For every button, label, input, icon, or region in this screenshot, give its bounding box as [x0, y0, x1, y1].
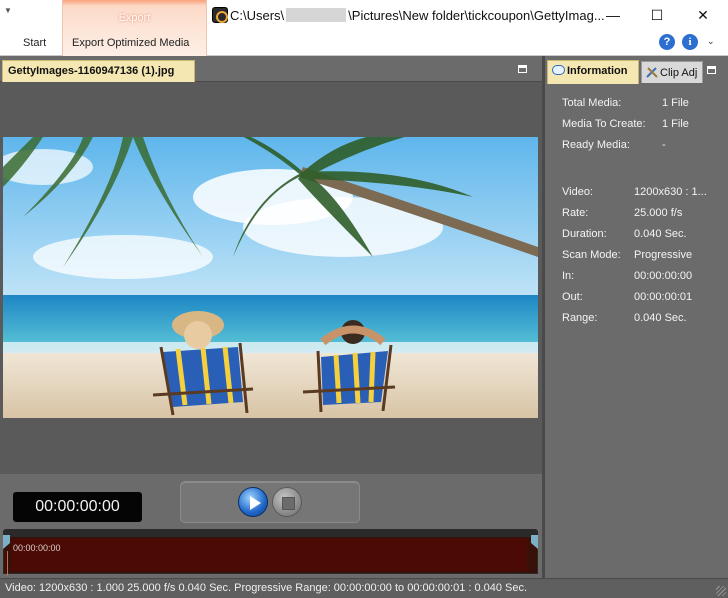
info-label: Out:	[562, 291, 583, 303]
information-panel: Total Media: 1 File Media To Create: 1 F…	[545, 84, 728, 578]
info-value: 1200x630 : 1...	[634, 186, 707, 198]
document-tab-strip: GettyImages-1160947136 (1).jpg	[0, 56, 542, 82]
playback-controls	[180, 481, 360, 523]
info-icon[interactable]: i	[682, 34, 698, 50]
maximize-panel-icon[interactable]	[707, 66, 716, 74]
info-label: Duration:	[562, 228, 607, 240]
window-title: C:\Users\ \Pictures\New folder\tickcoupon…	[230, 8, 605, 23]
info-value: 1 File	[662, 97, 689, 109]
maximize-pane-icon[interactable]	[518, 65, 527, 73]
info-value: 25.000 f/s	[634, 207, 683, 219]
info-label: Ready Media:	[562, 139, 630, 151]
tab-clip-adj-label: Clip Adj	[660, 67, 698, 79]
info-label: Range:	[562, 312, 598, 324]
tab-information[interactable]: Information	[547, 60, 639, 84]
info-label: Media To Create:	[562, 118, 646, 130]
info-value: 00:00:00:00	[634, 270, 693, 282]
timeline-clip	[12, 539, 527, 571]
resize-grip-icon[interactable]	[716, 586, 726, 596]
info-value: Progressive	[634, 249, 693, 261]
play-button[interactable]	[238, 487, 268, 517]
transport-area: 00:00:00:00 00:00:00:00	[0, 474, 542, 578]
info-value: 1 File	[662, 118, 689, 130]
tab-start[interactable]: Start	[23, 37, 46, 49]
maximize-button[interactable]: ☐	[637, 2, 677, 28]
quick-access-dropdown-icon[interactable]: ▼	[4, 6, 12, 15]
playhead[interactable]	[7, 551, 8, 576]
timeline[interactable]: 00:00:00:00	[3, 529, 538, 576]
tab-export-optimized-media[interactable]: Export Optimized Media	[72, 37, 189, 49]
status-text: Video: 1200x630 : 1.000 25.000 f/s 0.040…	[5, 582, 528, 594]
timeline-out-handle[interactable]	[531, 535, 538, 549]
speech-bubble-icon	[552, 65, 565, 75]
info-label: Total Media:	[562, 97, 622, 109]
info-label: Video:	[562, 186, 593, 198]
info-value: 0.040 Sec.	[634, 312, 687, 324]
info-label: In:	[562, 270, 575, 282]
ribbon-bar: ▼ Export Start Export Optimized Media C:…	[0, 0, 728, 56]
timecode-display: 00:00:00:00	[13, 492, 142, 522]
contextual-tab-title: Export	[118, 12, 151, 24]
title-path-suffix: \Pictures\New folder\tickcoupon\GettyIma…	[348, 8, 605, 23]
title-path-prefix: C:\Users\	[230, 8, 285, 23]
collapse-ribbon-icon[interactable]: ⌄	[707, 36, 715, 47]
stop-button[interactable]	[272, 487, 302, 517]
tools-icon	[646, 67, 658, 78]
media-viewer	[0, 82, 542, 474]
app-icon	[212, 7, 228, 23]
info-value: 00:00:00:01	[634, 291, 693, 303]
beach-photo	[3, 137, 538, 418]
info-value: 0.040 Sec.	[634, 228, 687, 240]
info-label: Scan Mode:	[562, 249, 621, 261]
help-icon[interactable]: ?	[659, 34, 675, 50]
tab-clip-adj[interactable]: Clip Adj	[641, 61, 703, 83]
info-label: Rate:	[562, 207, 589, 219]
redacted-username	[286, 8, 347, 22]
status-bar: Video: 1200x630 : 1.000 25.000 f/s 0.040…	[0, 578, 728, 598]
document-tab[interactable]: GettyImages-1160947136 (1).jpg	[2, 60, 195, 82]
info-value: -	[662, 139, 666, 151]
minimize-button[interactable]: —	[593, 2, 633, 28]
tab-information-label: Information	[567, 65, 628, 77]
preview-image	[3, 137, 538, 418]
close-button[interactable]: ✕	[683, 2, 723, 28]
timeline-timecode: 00:00:00:00	[13, 543, 61, 553]
right-panel-tabs: Information Clip Adj	[545, 56, 728, 84]
